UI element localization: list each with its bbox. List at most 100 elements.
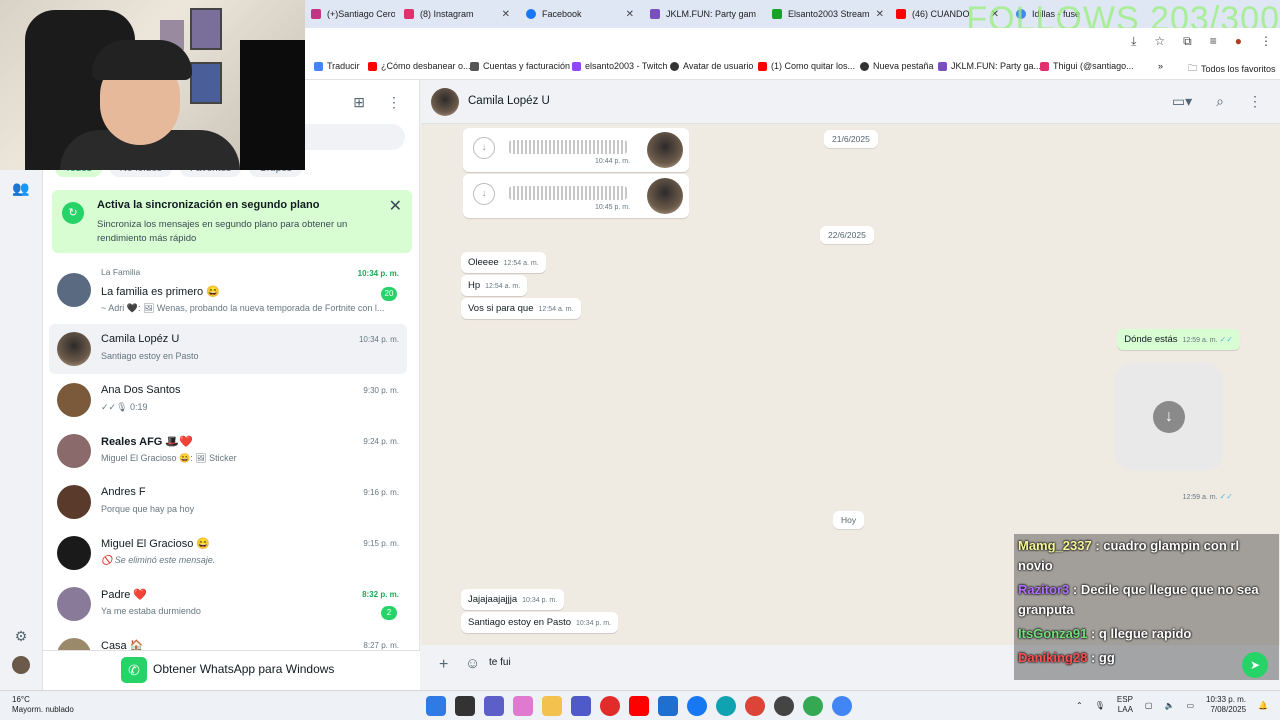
close-icon[interactable]: ✕	[502, 9, 510, 20]
audio-message[interactable]: ↓ 10:45 p. m.	[463, 174, 689, 218]
chat-app-icon[interactable]	[484, 696, 504, 716]
network-icon[interactable]: ▢	[1145, 701, 1153, 710]
chevron-up-icon[interactable]: ⌃	[1076, 701, 1083, 710]
chat-item-padre[interactable]: Padre ❤️ Ya me estaba durmiendo 8:32 p. …	[49, 579, 407, 629]
settings-icon[interactable]: ⚙	[12, 628, 30, 646]
chrome-icon[interactable]	[745, 696, 765, 716]
clock[interactable]: 10:33 p. m. 7/08/2025	[1206, 695, 1246, 715]
jklm-icon	[938, 61, 947, 71]
message-incoming[interactable]: Santiago estoy en Pasto 10:34 p. m.	[461, 612, 619, 633]
weather-widget[interactable]: 16°C Mayorm. nublado	[12, 695, 74, 715]
chat-name: Padre ❤️	[101, 589, 148, 601]
chat-preview: Ya me estaba durmiendo	[101, 606, 201, 616]
bookmarks-overflow[interactable]: »	[1158, 61, 1163, 71]
profile-avatar[interactable]	[12, 656, 30, 674]
avatar	[57, 638, 91, 650]
tab-santiago[interactable]: (+)Santiago Ceron✕	[305, 3, 395, 25]
language-indicator[interactable]: ESP LAA	[1117, 695, 1133, 715]
profile-icon[interactable]: ●	[1235, 34, 1242, 49]
battery-icon[interactable]: ▭	[1186, 701, 1194, 710]
chrome-profile-icon[interactable]	[803, 696, 823, 716]
facebook-icon[interactable]	[687, 696, 707, 716]
windows-start-icon[interactable]	[426, 696, 446, 716]
message-outgoing[interactable]: Dónde estás 12:59 a. m. ✓✓	[1117, 329, 1240, 350]
chat-preview: Porque que hay pa hoy	[101, 504, 195, 514]
chat-time: 8:32 p. m.	[362, 590, 399, 599]
message-incoming[interactable]: Oleeee 12:54 a. m.	[461, 252, 546, 273]
conversation-header[interactable]: Camila Lopéz U ▭▾ ⌕ ⋮	[421, 80, 1280, 124]
new-chat-icon[interactable]: ⊞	[353, 94, 365, 111]
bookmark-translate[interactable]: Traducir	[314, 61, 360, 71]
send-button[interactable]: ➤	[1242, 652, 1268, 678]
attach-plus-icon[interactable]: +	[439, 656, 448, 674]
menu-icon[interactable]: ⋮	[1248, 93, 1262, 110]
chat-name: Ana Dos Santos	[101, 384, 181, 396]
chat-item-casa[interactable]: Casa 🏠 8:27 p. m.	[49, 630, 407, 650]
bookmark-unban[interactable]: ¿Cómo desbanear o...	[368, 61, 471, 71]
emoji-icon[interactable]: ☺	[465, 655, 480, 672]
stream-chat-message: Mamg_2337 : cuadro glampin con rl novio	[1018, 538, 1240, 573]
volume-icon[interactable]: 🔈	[1164, 701, 1174, 710]
bookmark-avatar[interactable]: Avatar de usuario	[670, 61, 753, 71]
opera-icon[interactable]	[600, 696, 620, 716]
download-icon[interactable]: ↓	[473, 183, 495, 205]
chrome-profile-icon[interactable]	[774, 696, 794, 716]
file-explorer-icon[interactable]	[542, 696, 562, 716]
menu-icon[interactable]: ⋮	[1260, 34, 1272, 49]
youtube-icon	[758, 61, 767, 71]
task-view-icon[interactable]	[455, 696, 475, 716]
chat-item-camila[interactable]: Camila Lopéz U Santiago estoy en Pasto 1…	[49, 324, 407, 374]
video-call-icon[interactable]: ▭▾	[1172, 93, 1192, 110]
bookmark-all-favorites[interactable]: 🗀 Todos los favoritos	[1188, 61, 1276, 77]
chrome-profile-icon[interactable]	[832, 696, 852, 716]
message-incoming[interactable]: Hp 12:54 a. m.	[461, 275, 528, 296]
chat-item-andres[interactable]: Andres F Porque que hay pa hoy 9:16 p. m…	[49, 477, 407, 527]
chat-item-miguel[interactable]: Miguel El Gracioso 😄 🚫 Se eliminó este m…	[49, 528, 407, 578]
edge-icon[interactable]	[716, 696, 736, 716]
download-icon[interactable]: ↓	[473, 137, 495, 159]
download-icon[interactable]: ↓	[1153, 401, 1185, 433]
teams-icon[interactable]	[571, 696, 591, 716]
message-incoming[interactable]: Jajajaajajjja 10:34 p. m.	[461, 589, 565, 610]
tab-jklm[interactable]: JKLM.FUN: Party gam✕	[644, 3, 762, 25]
close-icon[interactable]: ✕	[389, 196, 402, 216]
date-separator: Hoy	[833, 511, 865, 529]
message-input[interactable]	[489, 657, 989, 668]
contact-name[interactable]: Camila Lopéz U	[468, 95, 550, 107]
audio-message[interactable]: ↓ 10:44 p. m.	[463, 128, 689, 172]
install-icon[interactable]: ⤓	[1131, 34, 1136, 49]
tab-facebook[interactable]: Facebook ✕	[520, 3, 640, 25]
communities-icon[interactable]: 👥	[12, 180, 30, 198]
youtube-icon[interactable]	[629, 696, 649, 716]
globe-icon	[670, 61, 679, 71]
chat-item-reales[interactable]: Reales AFG 🎩❤️ Miguel El Gracioso 😄: 🖼 S…	[49, 426, 407, 476]
bookmark-twitch[interactable]: elsanto2003 - Twitch	[572, 61, 667, 71]
tab-kick[interactable]: Elsanto2003 Stream ✕	[766, 3, 886, 25]
copilot-icon[interactable]	[513, 696, 533, 716]
chat-item-ana[interactable]: Ana Dos Santos ✓✓🎙 0:19 9:30 p. m.	[49, 375, 407, 425]
tab-instagram[interactable]: (8) Instagram ✕	[398, 3, 516, 25]
bookmark-thigui[interactable]: Thigui (@santiago...	[1040, 61, 1134, 71]
get-whatsapp-banner[interactable]: ✆ Obtener WhatsApp para Windows	[43, 650, 420, 690]
store-icon[interactable]	[658, 696, 678, 716]
billing-icon	[470, 61, 479, 71]
close-icon[interactable]: ✕	[626, 9, 634, 20]
bookmark-billing[interactable]: Cuentas y facturación	[470, 61, 570, 71]
microphone-icon[interactable]: 🎙	[1095, 701, 1105, 710]
extensions-icon[interactable]: ⧉	[1183, 34, 1192, 49]
notifications-icon[interactable]: 🔔	[1258, 701, 1268, 710]
sticker-message[interactable]: ↓	[1115, 363, 1223, 471]
close-icon[interactable]: ✕	[876, 9, 884, 20]
bookmark-newtab[interactable]: Nueva pestaña	[860, 61, 934, 71]
bookmark-jklm[interactable]: JKLM.FUN: Party ga...	[938, 61, 1041, 71]
stream-chat-message: Daniking28 : gg	[1018, 650, 1115, 665]
menu-icon[interactable]: ⋮	[387, 94, 401, 111]
search-icon[interactable]: ⌕	[1216, 93, 1224, 110]
chat-item-familia[interactable]: La Familia La familia es primero 😄 ~ Adr…	[49, 265, 407, 315]
youtube-icon	[368, 61, 377, 71]
message-incoming[interactable]: Vos si para que 12:54 a. m.	[461, 298, 581, 319]
star-icon[interactable]: ☆	[1154, 34, 1165, 49]
avatar[interactable]	[431, 88, 459, 116]
media-icon[interactable]: ≡	[1210, 34, 1217, 49]
bookmark-remove[interactable]: (1) Como quitar los...	[758, 61, 855, 71]
